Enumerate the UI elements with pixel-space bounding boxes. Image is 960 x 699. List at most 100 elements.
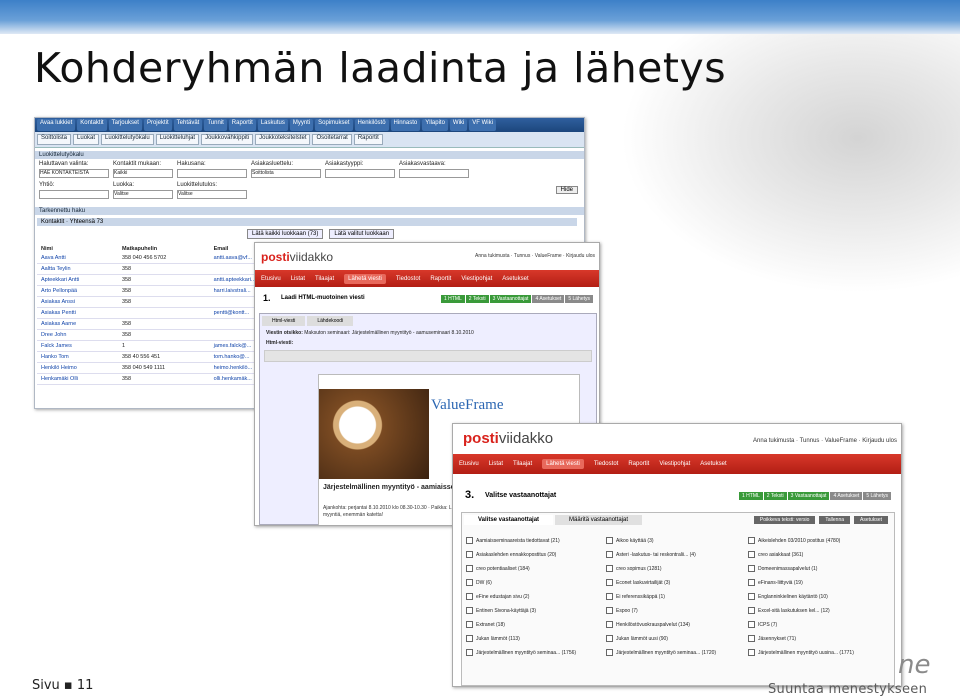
crm-subnav-item[interactable]: Luokitteluhjat: [155, 134, 200, 145]
checkbox[interactable]: [606, 607, 613, 614]
crm-subnav-item[interactable]: Osoitetarrat: [312, 134, 352, 145]
column-header[interactable]: Matkapuhelin: [118, 245, 210, 253]
subject-field[interactable]: Maksuton seminaari: Järjestelmällinen my…: [304, 330, 474, 336]
nav-tab[interactable]: Lähetä viesti: [542, 459, 584, 469]
recipient-list-item[interactable]: Domeenimassapalvelut (1): [748, 565, 890, 572]
recipient-list-item[interactable]: Excel-sitä laskutuksen kel... (12): [748, 607, 890, 614]
panel-tab[interactable]: Valitse vastaanottajat: [464, 515, 554, 525]
checkbox[interactable]: [606, 593, 613, 600]
table-cell[interactable]: Arto Pellonpää: [37, 285, 118, 297]
checkbox[interactable]: [748, 551, 755, 558]
crm-nav-item[interactable]: Avaa lukkiet: [37, 119, 76, 131]
wizard-step[interactable]: 5 Lähetys: [565, 295, 593, 303]
checkbox[interactable]: [606, 635, 613, 642]
checkbox[interactable]: [748, 607, 755, 614]
nav-tab[interactable]: Tilaajat: [315, 276, 334, 282]
recipient-list-item[interactable]: Ei referenssikäppä (1): [606, 593, 748, 600]
crm-subnav-item[interactable]: Luokat: [73, 134, 100, 145]
crm-subnav-item[interactable]: Soittolista: [37, 134, 72, 145]
crm-nav-item[interactable]: Hinnasto: [390, 119, 421, 131]
editor-tab[interactable]: Lähdekoodi: [307, 316, 354, 326]
checkbox[interactable]: [606, 537, 613, 544]
recipient-list-item[interactable]: Asteri -laskutus- tai reskontralii... (4…: [606, 551, 748, 558]
wizard-step[interactable]: 3 Vastaanottajat: [489, 295, 532, 303]
recipient-list-item[interactable]: Entinen Sivona-käyttäjä (3): [466, 607, 606, 614]
filter-select[interactable]: Soittolista: [251, 169, 321, 178]
add-selected-to-class-button[interactable]: Lätä valitut luokkaan: [329, 229, 395, 239]
table-cell[interactable]: Henkamäki Olli: [37, 373, 118, 385]
recipient-list-item[interactable]: Jukan lämmöt (113): [466, 635, 606, 642]
recipient-list-item[interactable]: Aikoo käyttää (3): [606, 537, 748, 544]
recipient-list-item[interactable]: Aamiaisseminaareista tiedottavat (21): [466, 537, 606, 544]
recipient-list-item[interactable]: DW (6): [466, 579, 606, 586]
crm-subnav-item[interactable]: Luokittelutyökalu: [101, 134, 154, 145]
checkbox[interactable]: [606, 579, 613, 586]
crm-nav-item[interactable]: Tarjoukset: [108, 119, 142, 131]
panel-tab[interactable]: Määritä vastaanottajat: [555, 515, 643, 525]
crm-nav-item[interactable]: VF Wiki: [469, 119, 496, 131]
recipient-list-item[interactable]: ICPS (7): [748, 621, 890, 628]
table-cell[interactable]: Falck James: [37, 340, 118, 352]
filter-select[interactable]: [399, 169, 469, 178]
checkbox[interactable]: [466, 565, 473, 572]
recipient-list-item[interactable]: creo asiakkaat (361): [748, 551, 890, 558]
recipient-list-item[interactable]: Järjestelmällinen myyntityö seminaa... (…: [606, 649, 748, 656]
checkbox[interactable]: [466, 593, 473, 600]
panel-button[interactable]: Asetukset: [854, 516, 888, 524]
checkbox[interactable]: [748, 579, 755, 586]
wizard-step[interactable]: 1 HTML: [739, 492, 763, 500]
recipient-list-item[interactable]: Järjestelmällinen myyntityö seminaa... (…: [466, 649, 606, 656]
add-all-to-class-button[interactable]: Lätä kaikki luokkaan (73): [247, 229, 324, 239]
filter-select[interactable]: Valitse: [177, 190, 247, 199]
table-cell[interactable]: Henkilö Heimo: [37, 362, 118, 374]
nav-tab[interactable]: Viestipohjat: [659, 461, 690, 467]
recipient-list-item[interactable]: Extranet (18): [466, 621, 606, 628]
wizard-step[interactable]: 5 Lähetys: [863, 492, 891, 500]
nav-tab[interactable]: Lähetä viesti: [344, 273, 386, 284]
checkbox[interactable]: [606, 565, 613, 572]
nav-tab[interactable]: Asetukset: [700, 461, 726, 467]
recipient-list-item[interactable]: creo potentiaaliset (184): [466, 565, 606, 572]
top-links[interactable]: Anna tukimusta · Tunnus · ValueFrame · K…: [475, 253, 595, 259]
table-cell[interactable]: Aaltta Teylin: [37, 263, 118, 275]
crm-nav-item[interactable]: Tunnit: [204, 119, 227, 131]
checkbox[interactable]: [466, 621, 473, 628]
checkbox[interactable]: [748, 621, 755, 628]
crm-subnav-item[interactable]: Joukkovähkippiti: [201, 134, 254, 145]
checkbox[interactable]: [748, 593, 755, 600]
recipient-list-item[interactable]: Järjestelmällinen myyntityö uusina... (1…: [748, 649, 890, 656]
crm-nav-item[interactable]: Myynti: [289, 119, 314, 131]
filter-select[interactable]: [39, 190, 109, 199]
crm-nav-item[interactable]: Tehtävät: [173, 119, 203, 131]
column-header[interactable]: Nimi: [37, 245, 118, 253]
crm-nav-item[interactable]: Wiki: [449, 119, 468, 131]
checkbox[interactable]: [606, 649, 613, 656]
nav-tab[interactable]: Viestipohjat: [461, 276, 492, 282]
filter-select[interactable]: [177, 169, 247, 178]
nav-tab[interactable]: Tiedostot: [594, 461, 618, 467]
checkbox[interactable]: [748, 635, 755, 642]
top-links[interactable]: Anna tukimusta · Tunnus · ValueFrame · K…: [753, 438, 897, 444]
checkbox[interactable]: [748, 649, 755, 656]
table-cell[interactable]: Asiakas Anssi: [37, 296, 118, 308]
checkbox[interactable]: [466, 551, 473, 558]
recipient-list-item[interactable]: Aikeislehden 03/2010 postitus (4780): [748, 537, 890, 544]
filter-select[interactable]: Kaikki: [113, 169, 173, 178]
hide-button[interactable]: Hide: [555, 186, 578, 194]
panel-button[interactable]: Poikkeva teksti: versio: [753, 516, 816, 524]
recipient-list-item[interactable]: Englanninkielinen käytäntö (10): [748, 593, 890, 600]
recipient-list-item[interactable]: Espoo (7): [606, 607, 748, 614]
crm-nav-item[interactable]: Raportit: [228, 119, 256, 131]
filter-select[interactable]: Valitse: [113, 190, 173, 199]
recipient-list-item[interactable]: Henkilöstövuokrauspalvelut (134): [606, 621, 748, 628]
checkbox[interactable]: [466, 607, 473, 614]
checkbox[interactable]: [466, 635, 473, 642]
table-cell[interactable]: Apteekkari Antti: [37, 274, 118, 286]
wizard-step[interactable]: 2 Teksti: [465, 295, 489, 303]
table-cell[interactable]: Aava Antti: [37, 253, 118, 264]
nav-tab[interactable]: Tilaajat: [513, 461, 532, 467]
checkbox[interactable]: [466, 579, 473, 586]
nav-tab[interactable]: Raportit: [628, 461, 649, 467]
editor-toolbar[interactable]: [264, 350, 592, 362]
crm-nav-item[interactable]: Projektit: [143, 119, 172, 131]
